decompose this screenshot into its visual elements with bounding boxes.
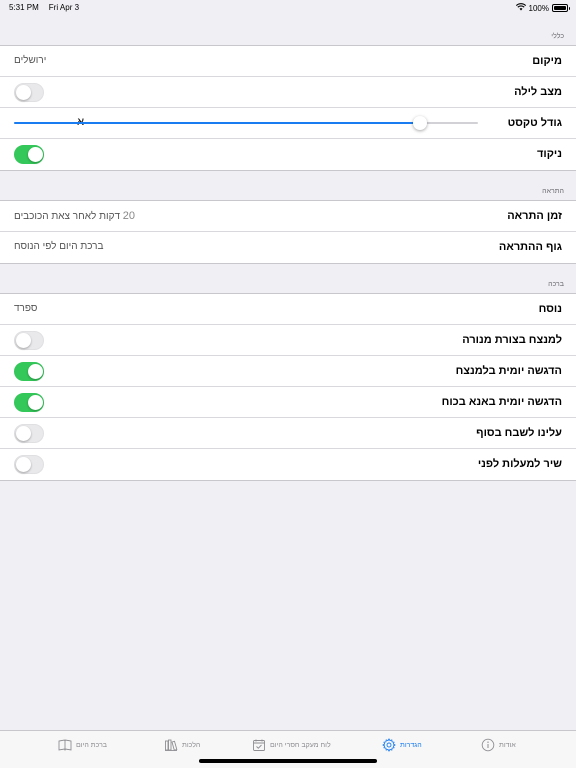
text-size-label: גודל טקסט: [507, 117, 562, 129]
text-size-slider[interactable]: [14, 116, 478, 130]
daily-ana-label: הדגשה יומית באנא בכוח: [441, 396, 562, 408]
shir-hamaalot-row: שיר למעלות לפני: [0, 449, 576, 480]
nikud-toggle[interactable]: [14, 145, 44, 164]
home-indicator: [199, 759, 377, 763]
status-time: 5:31 PM: [9, 3, 39, 12]
tab-halachot[interactable]: הלכות: [164, 738, 200, 752]
nusach-label: נוסח: [538, 303, 562, 315]
shir-hamaalot-toggle[interactable]: [14, 455, 44, 474]
menorah-label: למנצח בצורת מנורה: [462, 334, 562, 346]
aleinu-label: עלינו לשבח בסוף: [476, 427, 562, 439]
tab-settings-label: הגדרות: [400, 741, 422, 749]
aleinu-row: עלינו לשבח בסוף: [0, 418, 576, 449]
books-stack-icon: [165, 739, 178, 751]
tab-about-label: אודות: [499, 741, 516, 749]
daily-lamnatzeach-label: הדגשה יומית בלמנצח: [455, 365, 562, 377]
night-mode-toggle[interactable]: [14, 83, 44, 102]
nusach-value: ספרד: [14, 303, 38, 314]
notification-body-row[interactable]: גוף ההתראה ברכת היום לפי הנוסח: [0, 232, 576, 263]
tab-halachot-label: הלכות: [182, 741, 201, 749]
section-header-notification: התראה: [542, 188, 564, 195]
notification-minutes: 20: [122, 210, 136, 222]
night-mode-row: מצב לילה: [0, 77, 576, 108]
tab-about[interactable]: אודות: [481, 738, 516, 752]
aleinu-toggle[interactable]: [14, 424, 44, 443]
battery-icon: [552, 4, 570, 12]
nusach-row[interactable]: נוסח ספרד: [0, 294, 576, 325]
nikud-label: ניקוד: [537, 148, 562, 160]
info-icon: [481, 738, 495, 752]
battery-percent: 100%: [528, 3, 549, 13]
daily-ana-row: הדגשה יומית באנא בכוח: [0, 387, 576, 418]
night-mode-label: מצב לילה: [514, 86, 562, 98]
menorah-toggle[interactable]: [14, 331, 44, 350]
wifi-icon: [515, 3, 526, 13]
nikud-row: ניקוד: [0, 139, 576, 170]
book-icon: [58, 739, 72, 752]
location-label: מיקום: [532, 55, 562, 67]
section-header-general: כללי: [551, 33, 564, 40]
slider-knob[interactable]: [413, 116, 427, 130]
daily-lamnatzeach-toggle[interactable]: [14, 362, 44, 381]
tab-blessing-of-day-label: ברכת היום: [76, 741, 107, 749]
menorah-row: למנצח בצורת מנורה: [0, 325, 576, 356]
notification-time-text: דקות לאחר צאת הכוכבים: [14, 211, 121, 222]
tab-calendar[interactable]: לוח מעקב חסרי היום: [252, 738, 331, 752]
location-value: ירושלים: [14, 55, 47, 66]
tab-blessing-of-day[interactable]: ברכת היום: [58, 738, 107, 752]
tab-settings[interactable]: הגדרות: [382, 738, 422, 752]
blessing-group: נוסח ספרד למנצח בצורת מנורה הדגשה יומית …: [0, 293, 576, 481]
notification-body-label: גוף ההתראה: [498, 241, 562, 253]
calendar-check-icon: [253, 739, 265, 751]
shir-hamaalot-label: שיר למעלות לפני: [477, 458, 562, 470]
gear-icon: [382, 738, 396, 752]
status-date: Fri Apr 3: [48, 3, 80, 12]
notification-time-value: 20 דקות לאחר צאת הכוכבים: [14, 210, 135, 222]
notification-time-label: זמן התראה: [507, 210, 562, 222]
daily-lamnatzeach-row: הדגשה יומית בלמנצח: [0, 356, 576, 387]
status-bar: 5:31 PM Fri Apr 3 100%: [0, 0, 576, 14]
daily-ana-toggle[interactable]: [14, 393, 44, 412]
location-row[interactable]: מיקום ירושלים: [0, 46, 576, 77]
tab-calendar-label: לוח מעקב חסרי היום: [270, 741, 331, 749]
notification-body-value: ברכת היום לפי הנוסח: [14, 241, 104, 252]
tab-bar: ברכת היום הלכות לוח מעקב חסרי היום הגדרו…: [0, 730, 576, 768]
general-group: מיקום ירושלים מצב לילה גודל טקסט א ניקוד: [0, 45, 576, 171]
text-size-row: גודל טקסט א: [0, 108, 576, 139]
notification-time-row[interactable]: זמן התראה 20 דקות לאחר צאת הכוכבים: [0, 201, 576, 232]
section-header-blessing: ברכה: [548, 281, 564, 288]
notification-group: זמן התראה 20 דקות לאחר צאת הכוכבים גוף ה…: [0, 200, 576, 264]
